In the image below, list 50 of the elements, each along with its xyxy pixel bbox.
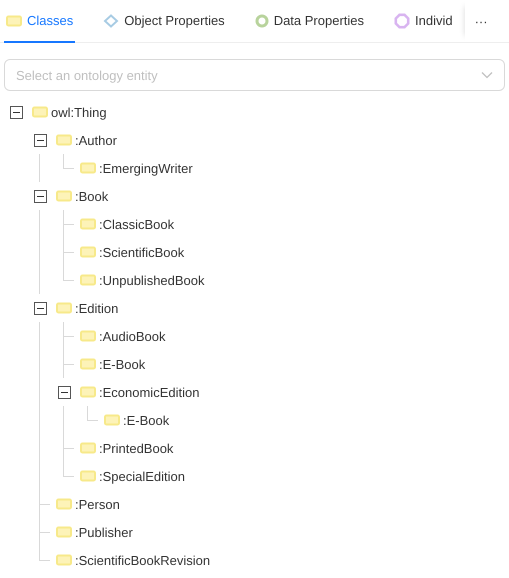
diamond-icon [103, 14, 120, 28]
class-icon [80, 218, 96, 230]
circle-icon [254, 14, 269, 28]
class-icon [80, 246, 96, 258]
collapse-icon[interactable] [34, 302, 46, 314]
tree-node[interactable]: owl:Thing [51, 104, 107, 120]
tree-node[interactable]: :ScientificBookRevision [75, 552, 210, 568]
class-icon [56, 134, 72, 146]
class-icon [80, 386, 96, 398]
tree-node[interactable]: :PrintedBook [99, 440, 174, 456]
collapse-icon[interactable] [10, 106, 22, 118]
class-icon [56, 526, 72, 538]
octagon-icon [394, 12, 410, 28]
class-icon [32, 106, 48, 118]
collapse-icon[interactable] [58, 386, 70, 398]
entity-select[interactable]: Select an ontology entity [4, 59, 505, 91]
tree-node[interactable]: :UnpublishedBook [99, 272, 205, 288]
collapse-icon[interactable] [34, 190, 46, 202]
class-icon [80, 162, 96, 174]
tree-node[interactable]: :AudioBook [99, 328, 166, 344]
class-icon [6, 14, 22, 26]
tree-node[interactable]: :EmergingWriter [99, 160, 193, 176]
tree-node[interactable]: :E-Book [99, 356, 146, 372]
tree-node[interactable]: :Publisher [75, 524, 133, 540]
tab[interactable]: Individ [392, 0, 455, 43]
tab[interactable]: Classes [4, 0, 76, 43]
chevron-down-icon [481, 71, 493, 79]
class-icon [80, 442, 96, 454]
class-icon [80, 330, 96, 342]
tab[interactable]: Object Properties [101, 0, 227, 43]
more-button[interactable]: ··· [464, 0, 498, 42]
class-icon [56, 498, 72, 510]
class-icon [80, 274, 96, 286]
class-icon [56, 302, 72, 314]
tree-node[interactable]: :ScientificBook [99, 244, 184, 260]
class-icon [56, 554, 72, 566]
tree-node[interactable]: :Book [75, 188, 108, 204]
tree-node[interactable]: :Edition [75, 300, 118, 316]
tree-node[interactable]: :EconomicEdition [99, 384, 200, 400]
class-icon [80, 358, 96, 370]
class-icon [80, 470, 96, 482]
tab[interactable]: Data Properties [252, 0, 366, 43]
tree-node[interactable]: :SpecialEdition [99, 468, 185, 484]
tree-node[interactable]: :Person [75, 496, 120, 512]
class-icon [56, 190, 72, 202]
class-icon [104, 414, 120, 426]
tree-node[interactable]: :E-Book [123, 412, 170, 428]
collapse-icon[interactable] [34, 134, 46, 146]
tree-node[interactable]: :Author [75, 132, 117, 148]
tree-node[interactable]: :ClassicBook [99, 216, 174, 232]
